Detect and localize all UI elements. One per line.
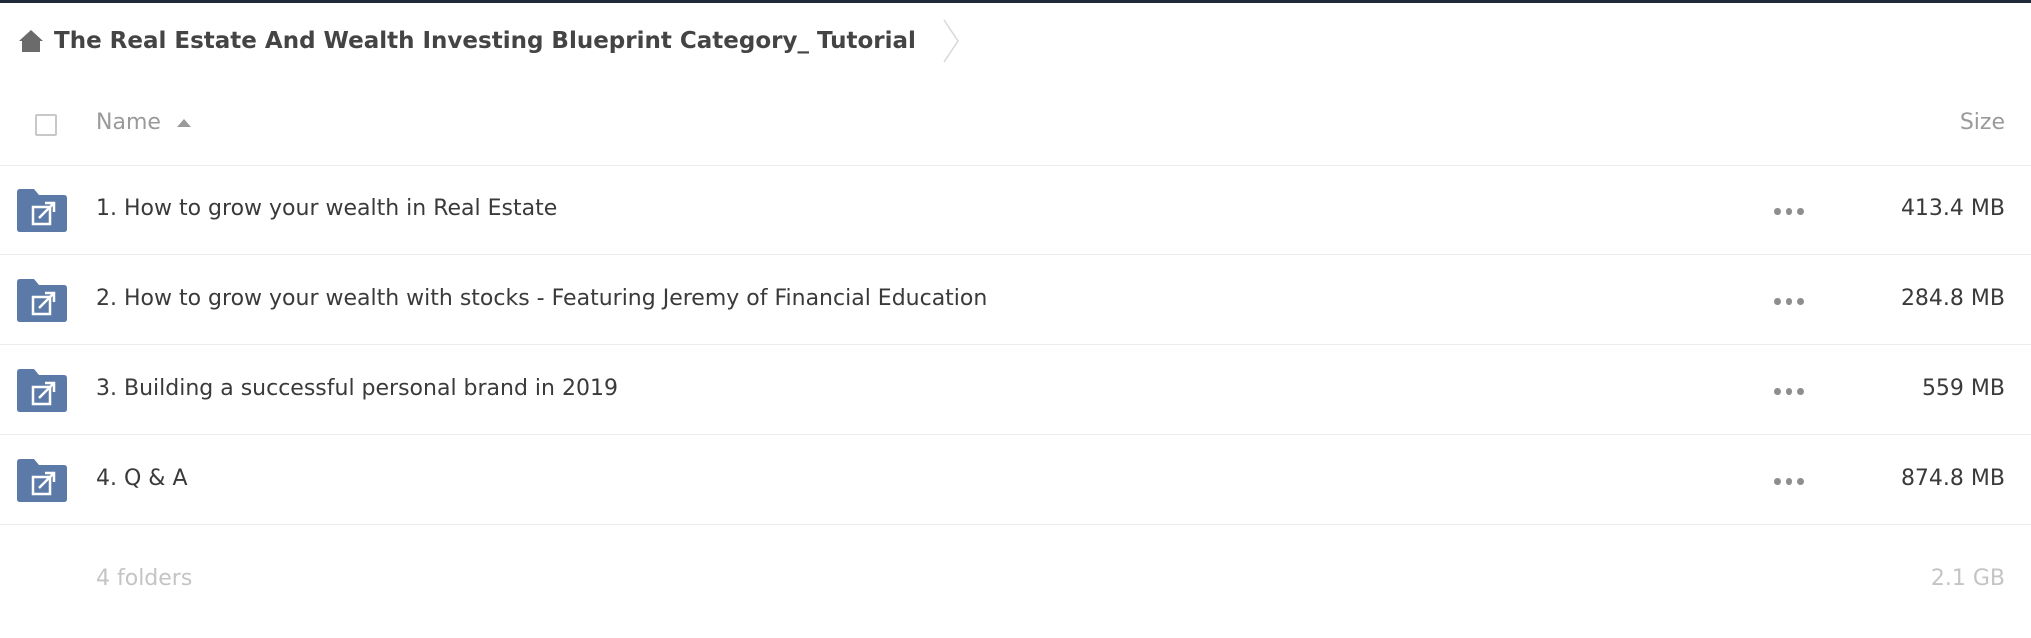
total-size: 2.1 GB xyxy=(1930,566,2005,591)
list-item[interactable]: 3. Building a successful personal brand … xyxy=(0,346,2031,435)
breadcrumb: The Real Estate And Wealth Investing Blu… xyxy=(16,18,962,64)
shared-folder-icon xyxy=(17,459,67,502)
more-options-icon[interactable] xyxy=(1774,474,1805,488)
home-icon[interactable] xyxy=(16,27,46,55)
folder-name[interactable]: 4. Q & A xyxy=(96,466,188,491)
top-border xyxy=(0,0,2031,3)
column-header-size[interactable]: Size xyxy=(1960,110,2005,135)
breadcrumb-chevron-icon xyxy=(940,18,962,64)
folder-size: 559 MB xyxy=(1921,376,2005,401)
shared-folder-icon xyxy=(17,369,67,412)
select-all-checkbox[interactable] xyxy=(35,114,57,136)
more-options-icon[interactable] xyxy=(1774,204,1805,218)
sort-ascending-icon xyxy=(176,118,191,127)
folder-size: 413.4 MB xyxy=(1900,196,2005,221)
folder-size: 284.8 MB xyxy=(1900,286,2005,311)
more-options-icon[interactable] xyxy=(1774,384,1805,398)
folder-count: 4 folders xyxy=(96,566,193,591)
folder-name[interactable]: 1. How to grow your wealth in Real Estat… xyxy=(96,196,557,221)
folder-name[interactable]: 3. Building a successful personal brand … xyxy=(96,376,618,401)
column-name-label: Name xyxy=(96,110,161,135)
shared-folder-icon xyxy=(17,279,67,322)
list-header: Name Size xyxy=(0,88,2031,166)
shared-folder-icon xyxy=(17,189,67,232)
breadcrumb-current[interactable]: The Real Estate And Wealth Investing Blu… xyxy=(54,28,916,54)
list-item[interactable]: 1. How to grow your wealth in Real Estat… xyxy=(0,166,2031,255)
folder-size: 874.8 MB xyxy=(1900,466,2005,491)
folder-name[interactable]: 2. How to grow your wealth with stocks -… xyxy=(96,286,987,311)
list-item[interactable]: 2. How to grow your wealth with stocks -… xyxy=(0,256,2031,345)
more-options-icon[interactable] xyxy=(1774,294,1805,308)
column-header-name[interactable]: Name xyxy=(96,110,191,135)
list-item[interactable]: 4. Q & A 874.8 MB xyxy=(0,436,2031,525)
